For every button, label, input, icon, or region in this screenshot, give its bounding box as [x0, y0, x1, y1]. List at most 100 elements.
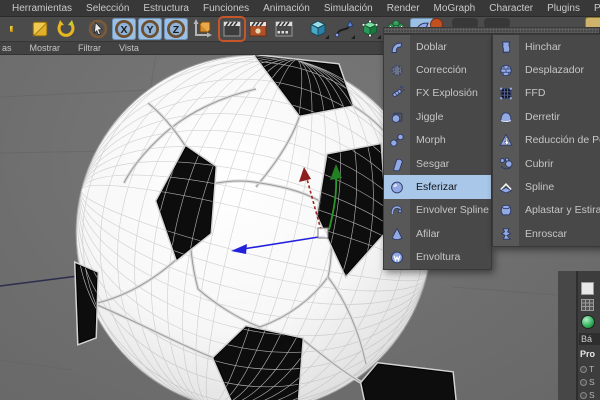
render-settings-icon	[273, 18, 295, 40]
z-axis-lock-button[interactable]: Z	[164, 18, 188, 40]
submenu-corner-triangle	[377, 35, 381, 39]
derretir-icon	[493, 109, 519, 125]
submenu-corner-triangle	[325, 35, 329, 39]
rotate-view-icon	[55, 18, 77, 40]
attributes-panel: Bá Pro TSS	[558, 271, 600, 400]
viewport-menu-vista[interactable]: Vista	[110, 43, 148, 53]
menu-animaci-n[interactable]: Animación	[257, 2, 316, 15]
main-menubar: Herramientas Selección Estructura Funciones…	[0, 0, 600, 17]
menu-render[interactable]: Render	[381, 2, 426, 15]
redo-button[interactable]	[28, 18, 52, 40]
add-spline-button[interactable]	[332, 18, 356, 40]
svg-text:Z: Z	[173, 24, 180, 36]
grid-icon[interactable]	[581, 298, 594, 316]
deformer-item-envoltura[interactable]: Envoltura	[384, 246, 491, 269]
deformer-item-esferizar[interactable]: Esferizar	[384, 175, 491, 199]
deformer-item-aplastar-estirar[interactable]: Aplastar y Estirar	[493, 199, 600, 222]
deformer-item-morph[interactable]: Morph	[384, 129, 491, 152]
live-selection-button[interactable]	[86, 18, 110, 40]
deformer-item-spline-deformer[interactable]: Spline	[493, 175, 600, 198]
gizmo-origin-handle[interactable]	[317, 227, 329, 239]
envoltura-icon	[384, 249, 410, 265]
material-sphere-icon[interactable]	[581, 315, 595, 329]
undo-button[interactable]	[2, 18, 26, 40]
deformer-item-label: FX Explosión	[416, 87, 478, 100]
menu-simulaci-n[interactable]: Simulación	[318, 2, 379, 15]
hinchar-icon	[493, 39, 519, 55]
reduccion-poligonos-icon	[493, 132, 519, 148]
deformer-item-label: Esferizar	[416, 181, 458, 194]
cubrir-icon	[493, 156, 519, 172]
deformer-item-enroscar[interactable]: Enroscar	[493, 222, 600, 245]
attribute-row[interactable]: S	[580, 377, 595, 387]
fx-explosion-icon	[384, 85, 410, 101]
x-axis-lock-button[interactable]: X	[112, 18, 136, 40]
menu-funciones[interactable]: Funciones	[197, 2, 255, 15]
menu-estructura[interactable]: Estructura	[137, 2, 195, 15]
deformer-item-label: Envolver Spline	[416, 204, 489, 217]
attribute-row[interactable]: T	[580, 364, 594, 374]
deformer-item-envolver-spline[interactable]: Envolver Spline	[384, 199, 491, 222]
attribute-label: T	[589, 364, 595, 374]
deformer-item-label: Enroscar	[525, 227, 568, 240]
swatch-icon[interactable]	[581, 282, 594, 295]
sesgar-icon	[384, 156, 410, 172]
coordinate-system-icon	[191, 18, 213, 40]
viewport-menu-filtrar[interactable]: Filtrar	[69, 43, 110, 53]
deformer-item-label: Envoltura	[416, 251, 461, 264]
attribute-dot-icon	[580, 365, 587, 373]
menu-python[interactable]: Python	[588, 2, 600, 15]
rotate-view-button[interactable]	[54, 18, 78, 40]
deformer-item-label: Reducción de Polígonos	[525, 134, 600, 147]
deformer-item-reduccion-poligonos[interactable]: Reducción de Polígonos	[493, 129, 600, 152]
add-generator-button[interactable]	[358, 18, 382, 40]
spline-deformer-icon	[493, 179, 519, 195]
esferizar-icon	[384, 179, 410, 195]
deformer-item-fx-explosion[interactable]: FX Explosión	[384, 82, 491, 105]
attribute-label: S	[589, 377, 595, 387]
tab-basic[interactable]: Bá	[579, 333, 600, 345]
deformer-item-label: Jiggle	[416, 110, 444, 123]
y-axis-lock-button[interactable]: Y	[138, 18, 162, 40]
coordinate-system-button[interactable]	[190, 18, 214, 40]
deformer-item-label: Afilar	[416, 227, 440, 240]
deformer-item-ffd[interactable]: FFD	[493, 82, 600, 105]
deformer-item-correccion[interactable]: Corrección	[384, 58, 491, 81]
deformer-item-label: Derretir	[525, 110, 561, 123]
svg-text:Y: Y	[146, 24, 153, 36]
add-cube-button[interactable]	[306, 18, 330, 40]
deformer-item-label: Doblar	[416, 40, 447, 53]
doblar-icon	[384, 39, 410, 55]
submenu-corner-triangle	[351, 35, 355, 39]
y-axis-lock-icon: Y	[139, 18, 161, 40]
menu-grip[interactable]	[383, 27, 600, 34]
deformer-item-desplazador[interactable]: Desplazador	[493, 58, 600, 81]
aplastar-estirar-icon	[493, 202, 519, 218]
attribute-row[interactable]: S	[580, 390, 595, 400]
render-picture-icon	[247, 18, 269, 40]
deformer-item-afilar[interactable]: Afilar	[384, 222, 491, 245]
deformer-item-doblar[interactable]: Doblar	[384, 35, 491, 58]
viewport-menu-mostrar[interactable]: Mostrar	[21, 43, 70, 53]
deformer-item-label: Aplastar y Estirar	[525, 204, 600, 217]
menu-herramientas[interactable]: Herramientas	[6, 2, 78, 15]
deformer-item-derretir[interactable]: Derretir	[493, 105, 600, 128]
attribute-dot-icon	[580, 391, 587, 399]
render-settings-button[interactable]	[272, 18, 296, 40]
deformer-item-jiggle[interactable]: Jiggle	[384, 105, 491, 128]
menu-mograph[interactable]: MoGraph	[428, 2, 482, 15]
world-axis-line	[0, 275, 79, 287]
deformer-item-hinchar[interactable]: Hinchar	[493, 35, 600, 58]
undo-icon	[9, 18, 19, 40]
render-view-button[interactable]	[220, 18, 244, 40]
render-picture-button[interactable]	[246, 18, 270, 40]
menu-character[interactable]: Character	[483, 2, 539, 15]
viewport-menu-as[interactable]: as	[0, 43, 21, 53]
deformer-item-sesgar[interactable]: Sesgar	[384, 152, 491, 175]
deformer-item-cubrir[interactable]: Cubrir	[493, 152, 600, 175]
deformer-item-label: Cubrir	[525, 157, 554, 170]
svg-text:X: X	[120, 24, 127, 36]
menu-plugins[interactable]: Plugins	[541, 2, 586, 15]
deformer-item-label: Sesgar	[416, 157, 450, 170]
menu-selecci-n[interactable]: Selección	[80, 2, 135, 15]
